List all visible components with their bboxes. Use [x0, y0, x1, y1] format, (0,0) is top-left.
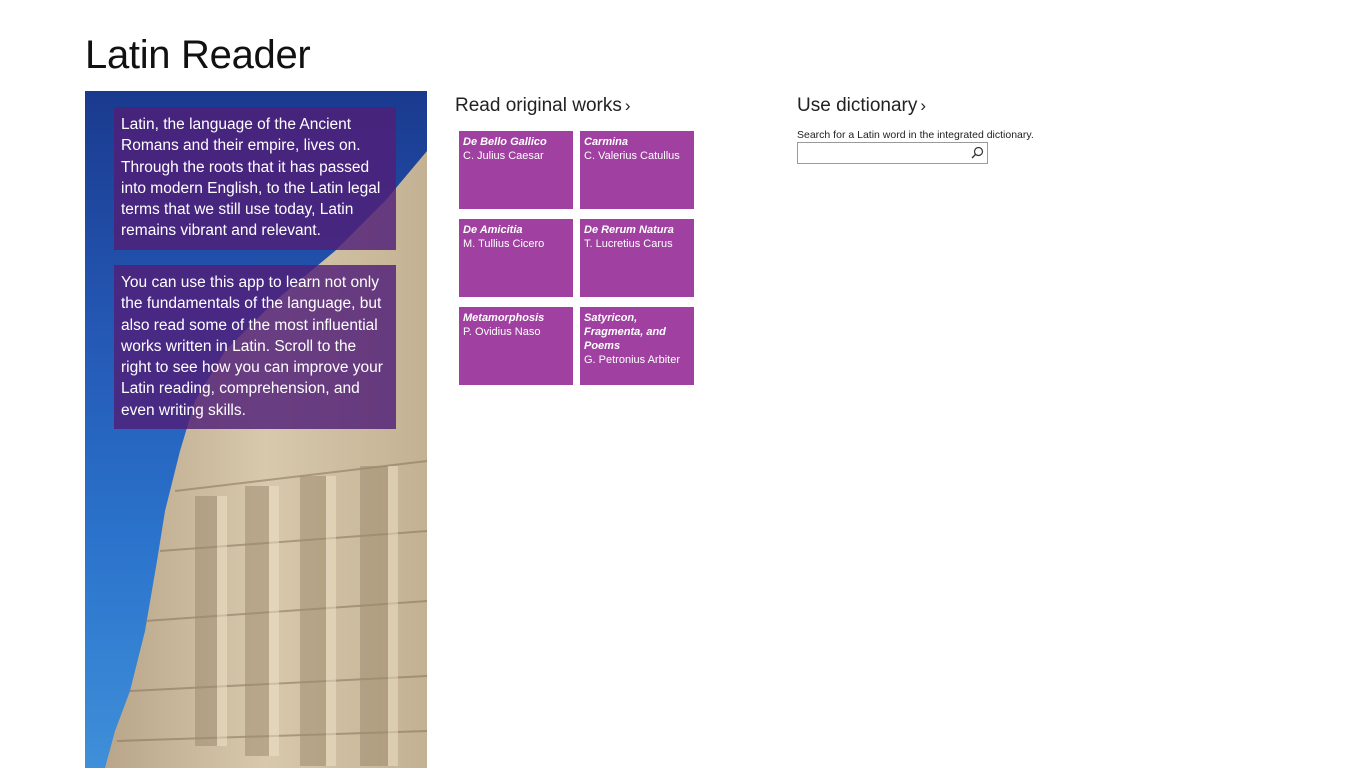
work-author: G. Petronius Arbiter	[584, 354, 680, 366]
section-header-label: Use dictionary	[797, 95, 918, 116]
work-tile-satyricon[interactable]: Satyricon, Fragmenta, and Poems G. Petro…	[580, 307, 694, 385]
chevron-right-icon: ›	[920, 96, 927, 115]
section-header-label: Read original works	[455, 95, 622, 116]
work-author: T. Lucretius Carus	[584, 238, 673, 250]
work-title: Metamorphosis	[463, 312, 545, 324]
work-title: Satyricon, Fragmenta, and Poems	[584, 312, 666, 352]
app-title: Latin Reader	[85, 33, 311, 77]
work-tile-de-rerum-natura[interactable]: De Rerum Natura T. Lucretius Carus	[580, 219, 694, 297]
work-title: De Rerum Natura	[584, 224, 674, 236]
work-title: De Amicitia	[463, 224, 523, 236]
read-original-works-header[interactable]: Read original works ›	[455, 95, 631, 117]
use-dictionary-header[interactable]: Use dictionary ›	[797, 95, 926, 117]
intro-paragraph: Latin, the language of the Ancient Roman…	[114, 107, 396, 250]
hero-image-panel: Latin, the language of the Ancient Roman…	[85, 91, 427, 768]
work-author: M. Tullius Cicero	[463, 238, 545, 250]
chevron-right-icon: ›	[624, 96, 631, 115]
dictionary-description: Search for a Latin word in the integrate…	[797, 129, 1034, 141]
app-description-paragraph: You can use this app to learn not only t…	[114, 265, 396, 430]
dictionary-search-input[interactable]	[798, 143, 976, 163]
work-tile-carmina[interactable]: Carmina C. Valerius Catullus	[580, 131, 694, 209]
work-author: C. Valerius Catullus	[584, 150, 680, 162]
work-title: De Bello Gallico	[463, 136, 547, 148]
work-title: Carmina	[584, 136, 629, 148]
work-author: C. Julius Caesar	[463, 150, 544, 162]
dictionary-search-box	[797, 142, 988, 164]
work-author: P. Ovidius Naso	[463, 326, 541, 338]
work-tile-de-amicitia[interactable]: De Amicitia M. Tullius Cicero	[459, 219, 573, 297]
work-tile-de-bello-gallico[interactable]: De Bello Gallico C. Julius Caesar	[459, 131, 573, 209]
work-tile-metamorphosis[interactable]: Metamorphosis P. Ovidius Naso	[459, 307, 573, 385]
search-icon[interactable]	[969, 145, 985, 161]
